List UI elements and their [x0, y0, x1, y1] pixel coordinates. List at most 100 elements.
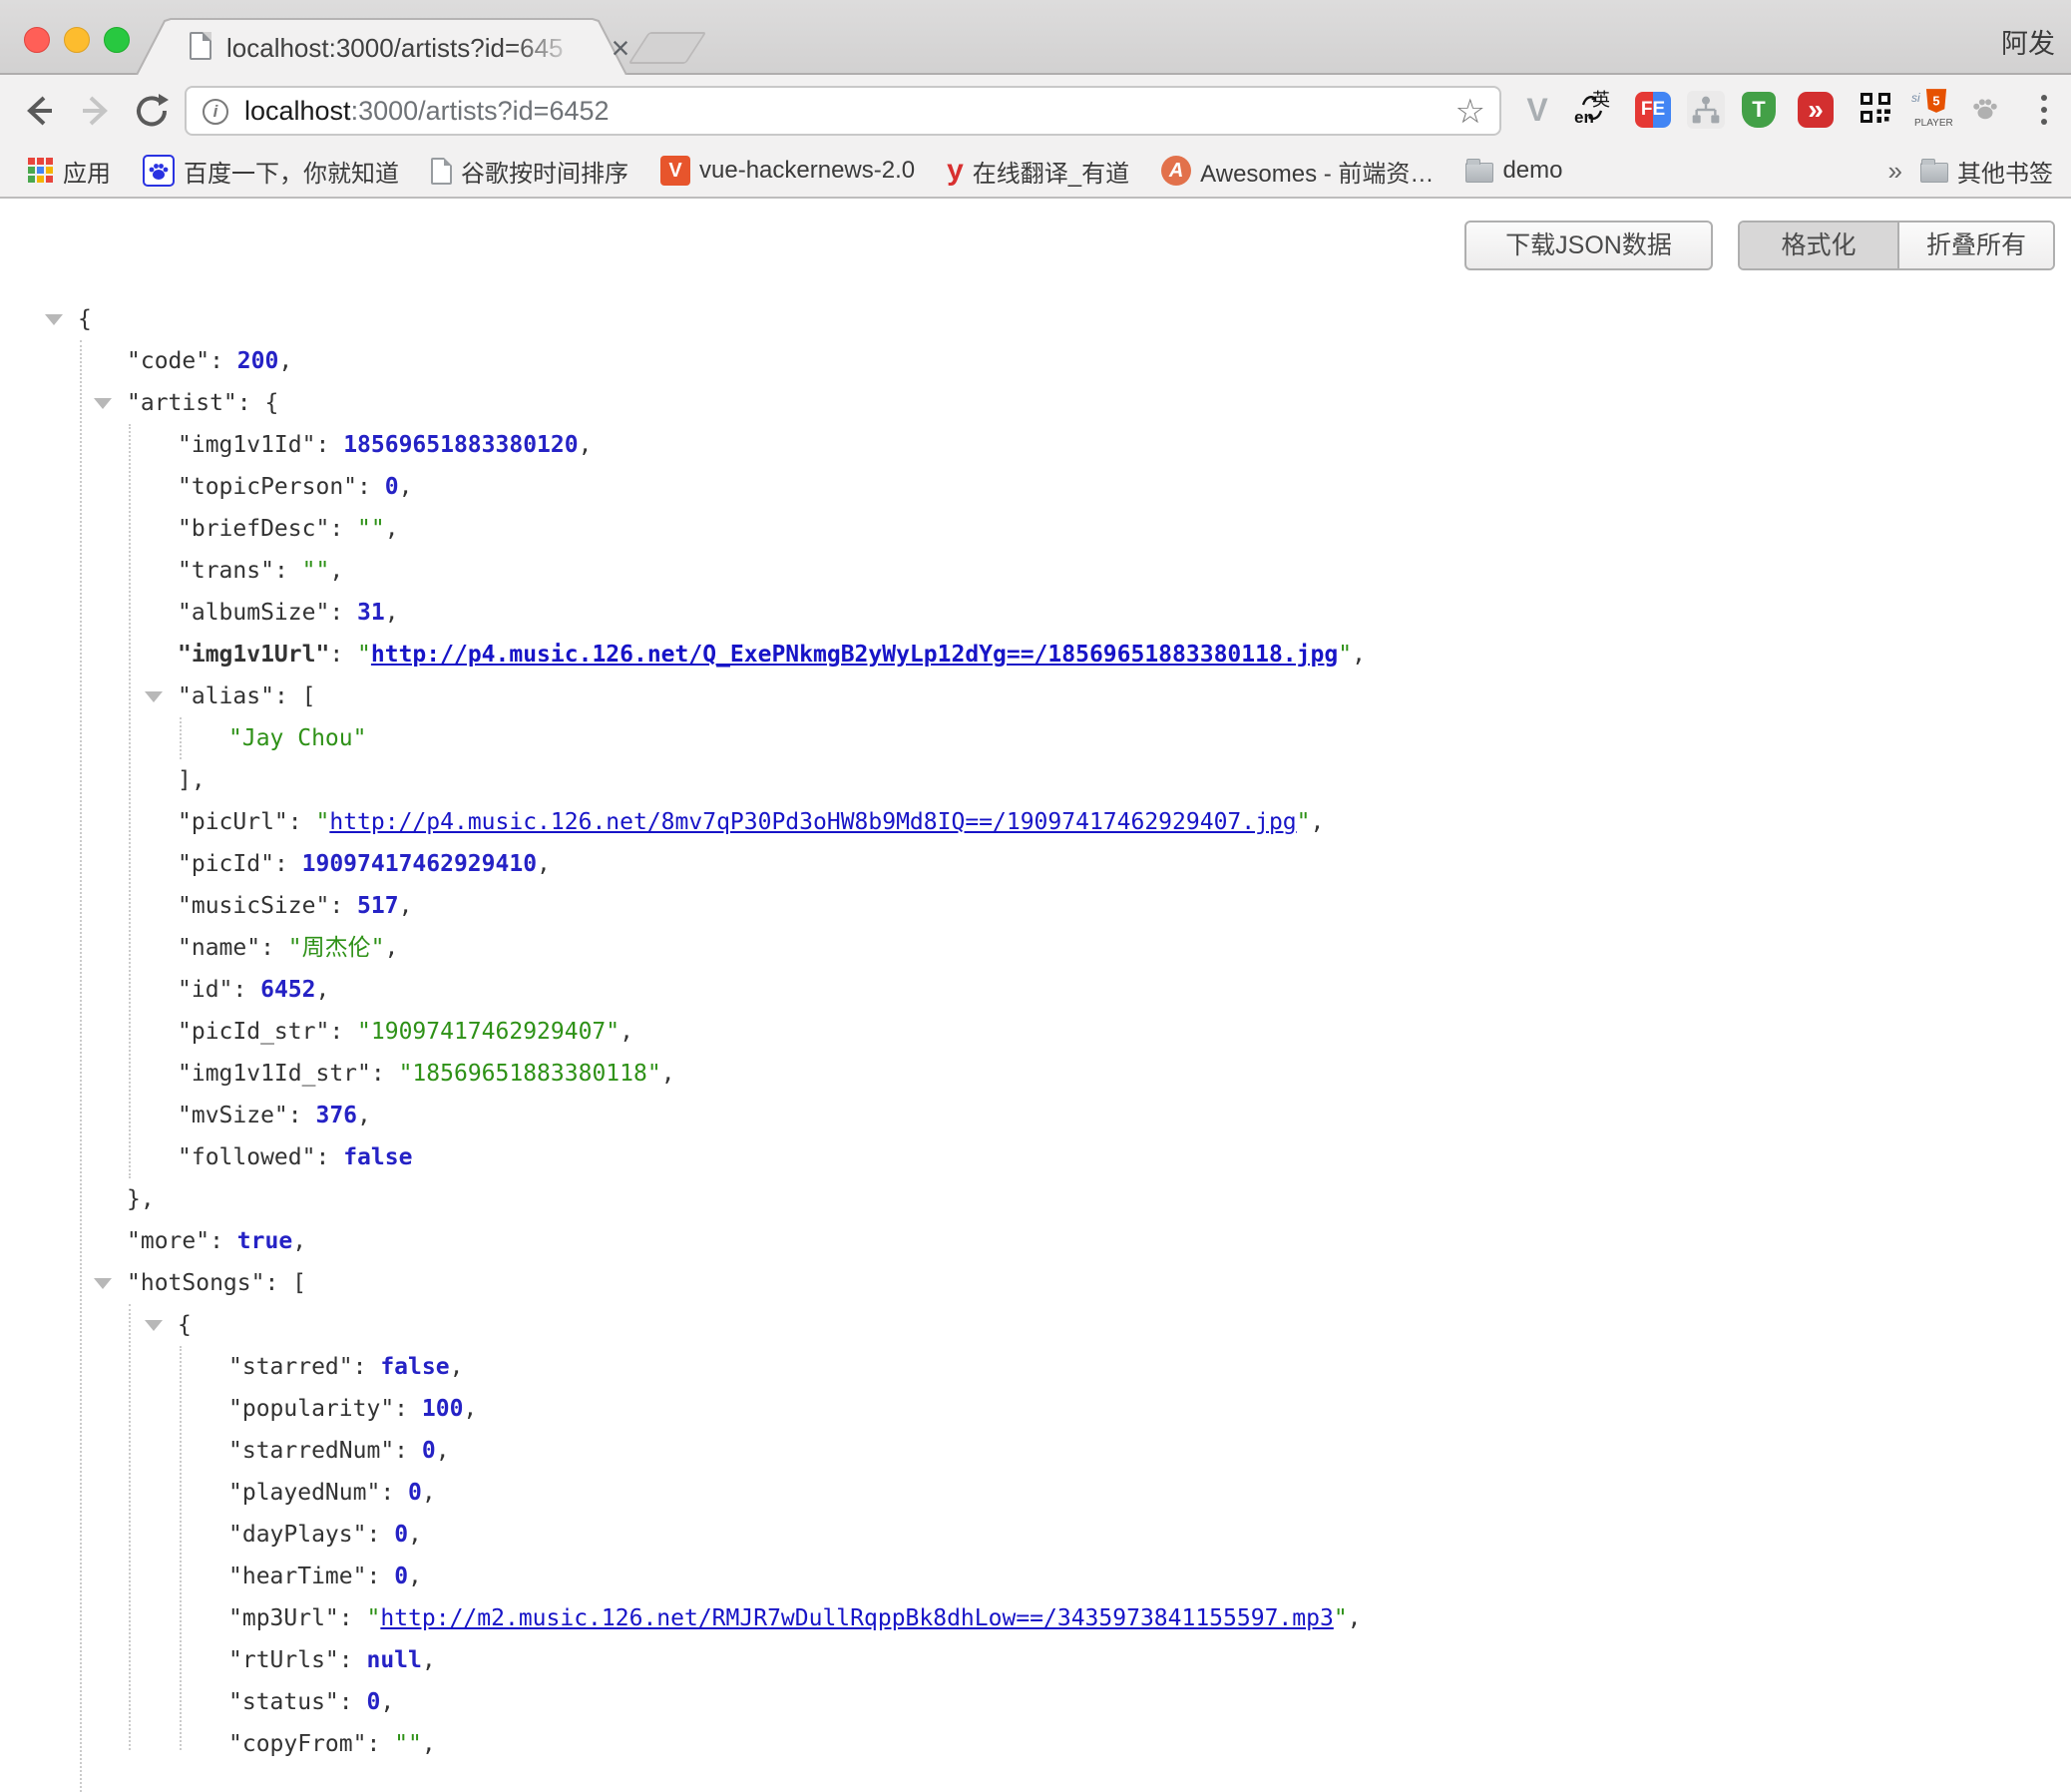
json-line: "dayPlays": 0, — [0, 1514, 2071, 1556]
json-punctuation: : [ — [264, 1270, 306, 1296]
bookmark-item[interactable]: Vvue-hackernews-2.0 — [660, 156, 915, 186]
sitemap-icon[interactable] — [1687, 91, 1725, 129]
bookmark-item[interactable]: 应用 — [28, 154, 111, 189]
bookmark-other-folder[interactable]: 其他书签 — [1920, 154, 2053, 189]
json-url-link[interactable]: http://m2.music.126.net/RMJR7wDullRqppBk… — [380, 1605, 1333, 1631]
bookmark-item[interactable]: 百度一下，你就知道 — [143, 154, 399, 189]
json-key: "trans" — [178, 558, 274, 584]
json-value-string: " — [1297, 809, 1311, 835]
baidu-paw-icon — [143, 155, 175, 187]
json-line: "id": 6452, — [0, 969, 2071, 1011]
page-content: 下载JSON数据 格式化 折叠所有 {"code": 200,"artist":… — [0, 199, 2071, 1750]
json-value-number: 0 — [422, 1438, 436, 1464]
json-line: "starredNum": 0, — [0, 1430, 2071, 1472]
format-button[interactable]: 格式化 — [1740, 223, 1897, 268]
json-punctuation: : — [329, 642, 357, 668]
collapse-all-button[interactable]: 折叠所有 — [1897, 223, 2053, 268]
json-key: "code" — [127, 348, 209, 374]
bookmark-item[interactable]: y在线翻译_有道 — [947, 154, 1129, 189]
json-key: "briefDesc" — [178, 516, 329, 542]
bookmark-item[interactable]: AAwesomes - 前端资… — [1161, 154, 1434, 189]
paw-icon[interactable] — [1966, 91, 2004, 129]
collapse-toggle-icon[interactable] — [145, 1320, 163, 1331]
json-punctuation: , — [1348, 1605, 1362, 1631]
vue-devtools-icon[interactable]: V — [1518, 91, 1556, 129]
json-key: "artist" — [127, 390, 237, 416]
toolbar: i localhost:3000/artists?id=6452 ☆ V 英 e… — [0, 75, 2071, 145]
json-key: "playedNum" — [228, 1480, 380, 1506]
json-line: "starred": false, — [0, 1346, 2071, 1388]
bookmark-label: 其他书签 — [1957, 154, 2053, 189]
json-line: { — [0, 298, 2071, 340]
html5-player-icon: si 5 PLAYER — [1911, 89, 1949, 132]
json-punctuation: : — [366, 1731, 394, 1757]
json-punctuation: : — [260, 935, 288, 961]
translate-icon[interactable]: 英 en — [1573, 91, 1611, 129]
window-close-button[interactable] — [24, 27, 50, 53]
json-value-number: 517 — [357, 893, 399, 919]
json-punctuation: : — [329, 1019, 357, 1045]
qr-code-icon[interactable] — [1857, 91, 1894, 129]
json-key: "starred" — [228, 1354, 353, 1380]
json-value-number: 100 — [422, 1396, 464, 1422]
bookmark-item[interactable]: 谷歌按时间排序 — [431, 154, 628, 189]
json-value-number: 19097417462929410 — [302, 851, 537, 877]
json-key: "img1v1Url" — [178, 642, 329, 668]
json-viewer: {"code": 200,"artist": {"img1v1Id": 1856… — [0, 298, 2071, 1765]
download-json-button[interactable]: 下载JSON数据 — [1464, 221, 1713, 270]
browser-menu-icon[interactable] — [2036, 93, 2052, 129]
json-line: "more": true, — [0, 1220, 2071, 1262]
json-line: "img1v1Id_str": "18569651883380118", — [0, 1053, 2071, 1095]
json-punctuation: : — [380, 1480, 408, 1506]
json-punctuation: : — [315, 432, 343, 458]
json-line: "status": 0, — [0, 1681, 2071, 1723]
json-punctuation: { — [178, 1312, 192, 1338]
window-zoom-button[interactable] — [104, 27, 130, 53]
html5-player-icon[interactable]: si 5 PLAYER — [1911, 91, 1949, 129]
browser-tab[interactable]: localhost:3000/artists?id=645 × — [135, 18, 628, 77]
json-punctuation: : — [357, 474, 385, 500]
bookmark-label: 谷歌按时间排序 — [461, 154, 628, 189]
json-punctuation: , — [385, 516, 399, 542]
bookmark-label: demo — [1502, 157, 1562, 185]
window-minimize-button[interactable] — [64, 27, 90, 53]
paw-icon — [1970, 93, 2000, 128]
collapse-toggle-icon[interactable] — [94, 1278, 112, 1289]
json-url-link[interactable]: http://p4.music.126.net/8mv7qP30Pd3oHW8b… — [329, 809, 1296, 835]
json-value-number: 0 — [408, 1480, 422, 1506]
new-tab-button[interactable] — [628, 32, 707, 64]
collapse-toggle-icon[interactable] — [145, 691, 163, 702]
json-key: "popularity" — [228, 1396, 394, 1422]
json-punctuation: ], — [178, 767, 206, 793]
json-value-string: " — [1338, 642, 1352, 668]
json-punctuation: : — [366, 1564, 394, 1589]
collapse-toggle-icon[interactable] — [45, 314, 63, 325]
tampermonkey-shield-icon[interactable]: T — [1740, 91, 1778, 129]
json-key: "img1v1Id" — [178, 432, 315, 458]
json-key: "picId" — [178, 851, 274, 877]
json-punctuation: , — [292, 1228, 306, 1254]
json-punctuation: , — [422, 1731, 436, 1757]
json-punctuation: : — [274, 558, 302, 584]
fast-forward-icon[interactable]: » — [1797, 91, 1835, 129]
json-punctuation: , — [399, 893, 413, 919]
fe-helper-icon[interactable]: FE — [1634, 91, 1672, 129]
json-punctuation: : — [339, 1605, 367, 1631]
json-value-string: "周杰伦" — [288, 935, 385, 961]
json-punctuation: , — [380, 1689, 394, 1715]
profile-name[interactable]: 阿发 — [2001, 22, 2055, 61]
json-value-number: false — [343, 1144, 412, 1170]
json-punctuation: , — [620, 1019, 633, 1045]
json-key: "img1v1Id_str" — [178, 1061, 371, 1087]
json-punctuation: , — [450, 1354, 464, 1380]
translate-icon: 英 en — [1574, 90, 1610, 131]
collapse-toggle-icon[interactable] — [94, 398, 112, 409]
json-punctuation: : { — [237, 390, 279, 416]
bookmark-item[interactable]: demo — [1465, 157, 1562, 185]
bookmarks-overflow-chevron[interactable]: » — [1888, 156, 1902, 187]
json-value-number: 31 — [357, 600, 385, 626]
json-key: "followed" — [178, 1144, 315, 1170]
json-punctuation: : — [288, 809, 316, 835]
tampermonkey-shield-icon: T — [1742, 92, 1776, 128]
json-url-link[interactable]: http://p4.music.126.net/Q_ExePNkmgB2yWyL… — [371, 642, 1338, 668]
